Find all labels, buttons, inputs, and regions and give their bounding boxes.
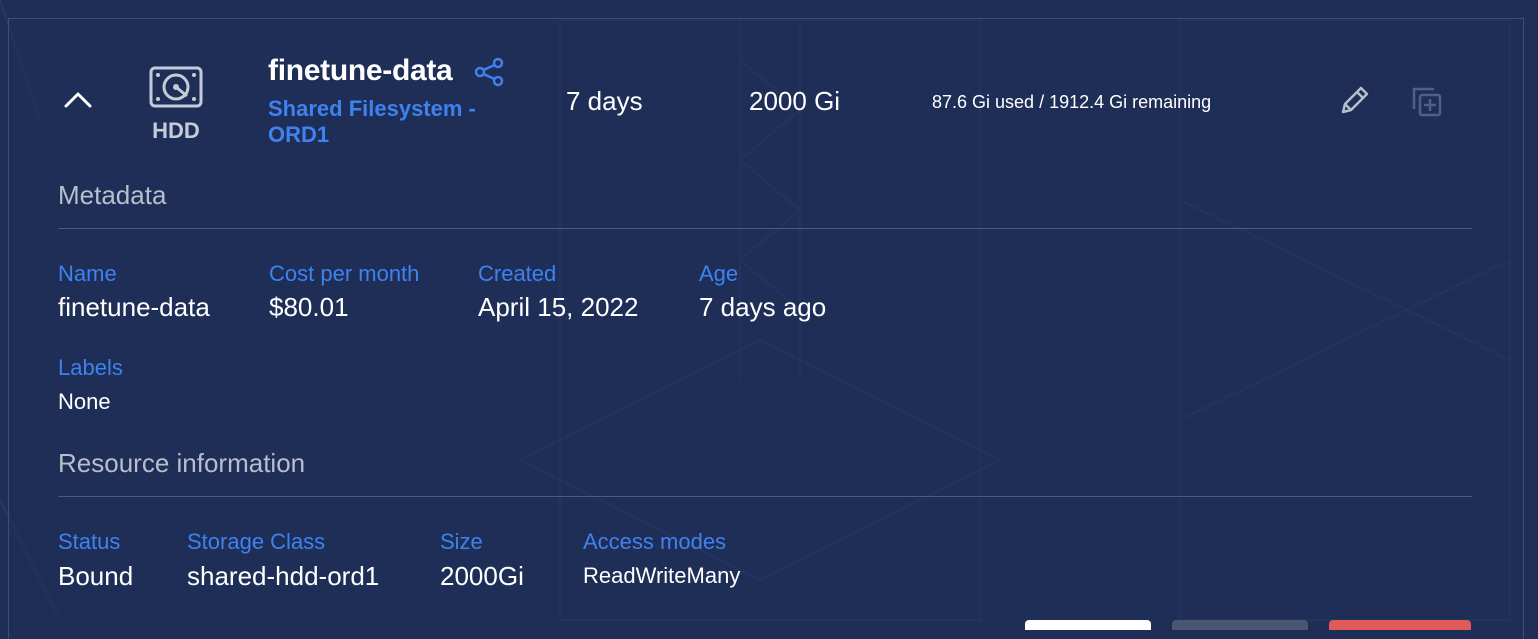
resource-divider (58, 496, 1472, 497)
copy-add-icon (1412, 87, 1442, 117)
metadata-section-title: Metadata (58, 180, 167, 210)
status-value: Bound (58, 561, 134, 591)
created-label: Created (478, 261, 557, 286)
age-value: 7 days ago (699, 292, 827, 322)
hard-drive-icon (149, 66, 203, 108)
size-value: 2000Gi (440, 561, 524, 591)
action-button-1[interactable] (1025, 620, 1151, 630)
volume-usage: 87.6 Gi used / 1912.4 Gi remaining (932, 92, 1212, 112)
cost-label: Cost per month (269, 261, 420, 286)
access-modes-label: Access modes (583, 529, 727, 554)
access-modes-value: ReadWriteMany (583, 563, 741, 588)
labels-label: Labels (58, 355, 123, 380)
storage-class-value: shared-hdd-ord1 (187, 561, 380, 591)
cost-value: $80.01 (269, 292, 349, 322)
metadata-divider (58, 228, 1472, 229)
age-label: Age (699, 261, 739, 286)
drive-type-indicator: HDD (143, 66, 209, 146)
size-label: Size (440, 529, 483, 554)
name-value: finetune-data (58, 292, 210, 322)
volume-location-link[interactable]: Shared Filesystem - ORD1 (268, 96, 498, 148)
volume-name: finetune-data (268, 54, 453, 87)
share-icon[interactable] (474, 57, 506, 87)
chevron-up-icon[interactable] (58, 80, 98, 120)
drive-type-label: HDD (152, 118, 200, 143)
status-label: Status (58, 529, 121, 554)
pencil-icon[interactable] (1337, 84, 1371, 118)
labels-value: None (58, 389, 111, 414)
name-label: Name (58, 261, 117, 286)
storage-class-label: Storage Class (187, 529, 326, 554)
volume-size: 2000 Gi (749, 86, 841, 116)
resource-section-title: Resource information (58, 448, 306, 478)
action-button-2[interactable] (1172, 620, 1308, 630)
delete-button[interactable] (1329, 620, 1471, 630)
volume-retention: 7 days (566, 86, 643, 116)
created-value: April 15, 2022 (478, 292, 639, 322)
